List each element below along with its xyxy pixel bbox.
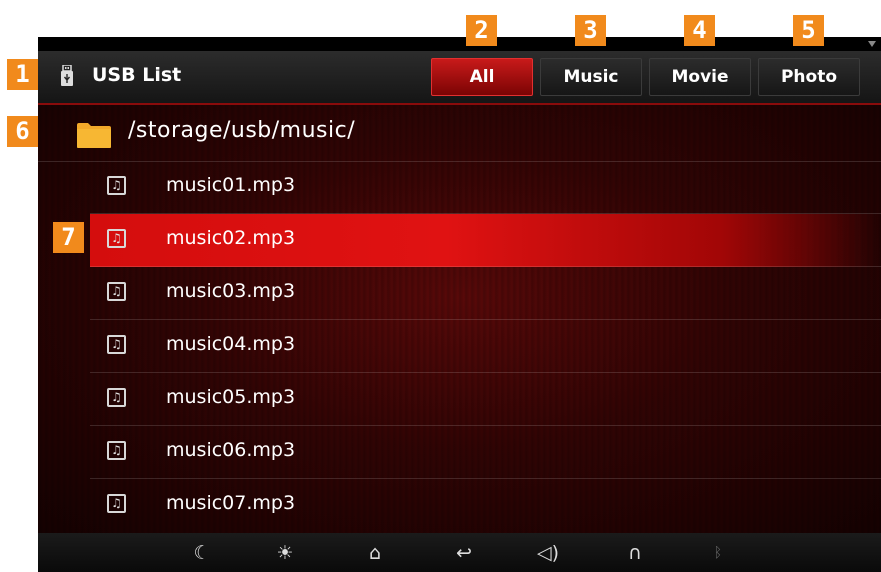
page-title: USB List xyxy=(92,64,182,86)
music-file-icon: ♫ xyxy=(107,441,126,460)
tab-music[interactable]: Music xyxy=(540,58,642,96)
list-item[interactable]: ♫ music06.mp3 xyxy=(90,426,881,479)
folder-path: /storage/usb/music/ xyxy=(128,118,356,143)
music-file-icon: ♫ xyxy=(107,176,126,195)
tab-label: Music xyxy=(563,67,619,87)
brightness-icon[interactable]: ☀ xyxy=(273,541,297,565)
file-name: music07.mp3 xyxy=(166,492,296,514)
music-file-icon: ♫ xyxy=(107,388,126,407)
moon-icon[interactable]: ☾ xyxy=(190,541,214,565)
dropdown-triangle-icon[interactable] xyxy=(868,41,876,47)
list-item-selected[interactable]: ♫ music02.mp3 xyxy=(90,214,881,267)
callout-badge-2: 2 xyxy=(466,15,497,46)
status-bar xyxy=(38,37,881,51)
list-item[interactable]: ♫ music01.mp3 xyxy=(90,161,881,214)
callout-badge-1: 1 xyxy=(7,59,38,90)
file-name: music06.mp3 xyxy=(166,439,296,461)
file-name: music02.mp3 xyxy=(166,227,296,249)
tab-label: Movie xyxy=(671,67,729,87)
music-file-icon: ♫ xyxy=(107,229,126,248)
callout-badge-6: 6 xyxy=(7,116,38,147)
music-file-icon: ♫ xyxy=(107,494,126,513)
usb-icon xyxy=(61,65,73,86)
file-name: music03.mp3 xyxy=(166,280,296,302)
music-file-icon: ♫ xyxy=(107,335,126,354)
folder-icon xyxy=(77,123,111,148)
tab-photo[interactable]: Photo xyxy=(758,58,860,96)
title-bar: USB List All Music Movie Photo xyxy=(38,51,881,105)
usb-list-screen: USB List All Music Movie Photo /storage/… xyxy=(38,37,881,572)
file-name: music04.mp3 xyxy=(166,333,296,355)
list-item[interactable]: ♫ music05.mp3 xyxy=(90,373,881,426)
file-list: /storage/usb/music/ ♫ music01.mp3 ♫ musi… xyxy=(38,105,881,533)
tab-label: All xyxy=(469,67,495,87)
volume-icon[interactable]: ◁) xyxy=(536,541,560,565)
list-item[interactable]: ♫ music07.mp3 xyxy=(90,479,881,531)
list-item[interactable]: ♫ music04.mp3 xyxy=(90,320,881,373)
file-name: music01.mp3 xyxy=(166,174,296,196)
callout-badge-3: 3 xyxy=(575,15,606,46)
bluetooth-icon[interactable]: ᛒ xyxy=(706,541,730,565)
music-file-icon: ♫ xyxy=(107,282,126,301)
tab-all[interactable]: All xyxy=(431,58,533,96)
tab-movie[interactable]: Movie xyxy=(649,58,751,96)
callout-badge-7: 7 xyxy=(53,222,84,253)
folder-row[interactable]: /storage/usb/music/ xyxy=(38,105,881,162)
route-icon[interactable]: ∩ xyxy=(623,541,647,565)
list-item[interactable]: ♫ music03.mp3 xyxy=(90,267,881,320)
callout-badge-5: 5 xyxy=(793,15,824,46)
back-icon[interactable]: ↩ xyxy=(452,541,476,565)
home-icon[interactable]: ⌂ xyxy=(363,541,387,565)
file-name: music05.mp3 xyxy=(166,386,296,408)
bottom-control-bar: ☾ ☀ ⌂ ↩ ◁) ∩ ᛒ xyxy=(38,533,881,572)
callout-badge-4: 4 xyxy=(684,15,715,46)
tab-label: Photo xyxy=(780,67,838,87)
